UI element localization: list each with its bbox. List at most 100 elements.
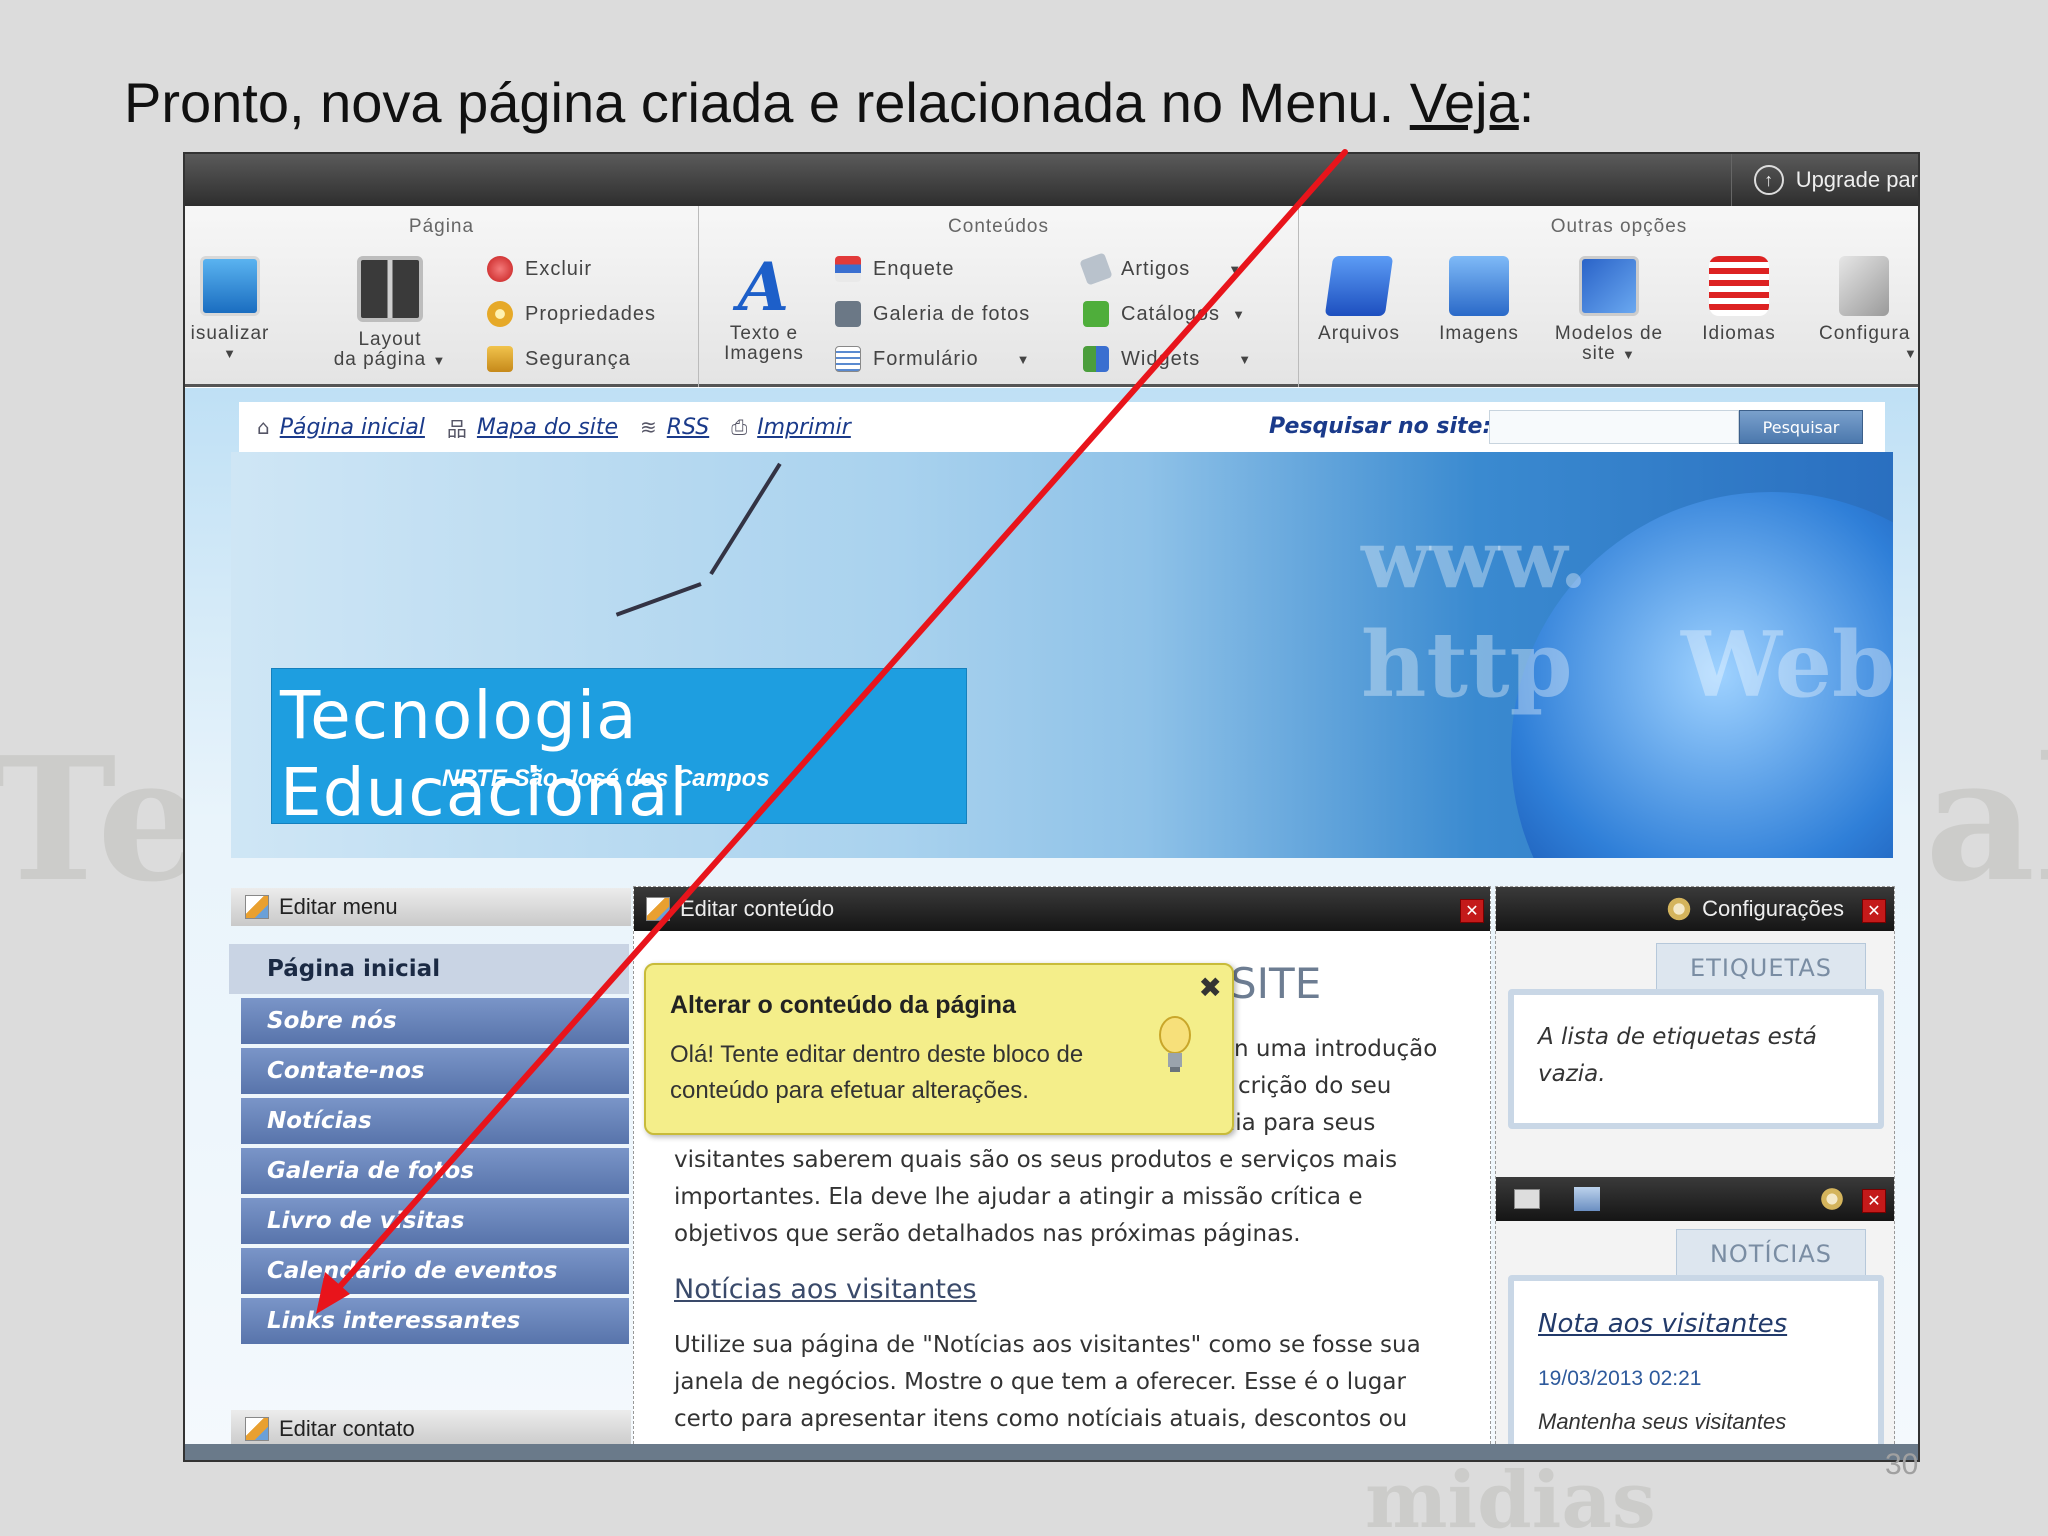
artigos-label: Artigos (1121, 257, 1191, 280)
content-heading-fragment: SITE (1230, 959, 1322, 1008)
background-watermark-right: al (1925, 720, 2048, 920)
arquivos-label: Arquivos (1318, 323, 1400, 344)
ribbon-group-title: Outras opções (1550, 216, 1688, 237)
chevron-down-icon: ▼ (223, 346, 237, 361)
site-preview: ⌂ Página inicial 品 Mapa do site ≋ RSS ⎙ Impr… (185, 388, 1918, 1460)
close-icon[interactable]: ✕ (1862, 899, 1886, 923)
content-partial-line-1: n uma introdução (1234, 1036, 1438, 1062)
edit-contact-bar[interactable]: Editar contato (231, 1410, 631, 1448)
search-button[interactable]: Pesquisar (1739, 410, 1863, 444)
edit-menu-bar[interactable]: Editar menu (231, 888, 631, 926)
enquete-label: Enquete (873, 257, 955, 280)
configuracoes-button[interactable]: Configura ▼ (1799, 256, 1918, 364)
nav-link-sitemap[interactable]: Mapa do site (477, 415, 618, 440)
layers-icon (1574, 1187, 1600, 1211)
modelos-label-2: site ▼ (1582, 343, 1636, 364)
content-block[interactable]: Editar conteúdo ✕ SITE n uma introdução … (633, 886, 1491, 1460)
texto-imagens-button[interactable]: A Texto e Imagens (709, 254, 819, 364)
site-nav-bar: ⌂ Página inicial 品 Mapa do site ≋ RSS ⎙ Impr… (239, 402, 1885, 452)
menu-item-contate-nos[interactable]: Contate-nos (241, 1048, 629, 1094)
monitor-icon (200, 256, 260, 316)
layout-icon (357, 256, 423, 322)
close-icon[interactable]: ✕ (1460, 899, 1484, 923)
upgrade-arrow-icon: ↑ (1753, 165, 1784, 195)
layout-label-1: Layout (358, 329, 422, 350)
enquete-button[interactable]: Enquete (835, 256, 955, 282)
chevron-down-icon: ▼ (1228, 261, 1243, 277)
upgrade-button[interactable]: ↑ Upgrade par (1730, 154, 1918, 206)
pencil-icon (646, 897, 670, 921)
imagens-label: Imagens (1439, 323, 1519, 344)
widgets-label: Widgets (1121, 347, 1201, 370)
tooltip-title: Alterar o conteúdo da página (670, 991, 1016, 1019)
slide-title-suffix: : (1518, 71, 1535, 134)
catalogos-button[interactable]: Catálogos ▼ (1083, 301, 1246, 327)
menu-item-links-interessantes[interactable]: Links interessantes (241, 1298, 629, 1344)
galeria-fotos-button[interactable]: Galeria de fotos (835, 301, 1030, 327)
news-paragraph-line: Utilize sua página de "Notícias aos visi… (674, 1332, 1421, 1358)
propriedades-button[interactable]: Propriedades (487, 301, 656, 327)
taskbar-strip (185, 1444, 1918, 1460)
home-icon: ⌂ (257, 415, 270, 439)
gear-icon (1819, 1186, 1844, 1212)
ribbon-group-pagina: Página isualizar ▼ Layout da página ▼ Ex… (185, 206, 699, 387)
layout-button[interactable]: Layout da página ▼ (315, 256, 465, 371)
menu-item-galeria-de-fotos[interactable]: Galeria de fotos (241, 1148, 629, 1194)
menu-item-noticias[interactable]: Notícias (241, 1098, 629, 1144)
tags-empty-text: A lista de etiquetas está vazia. (1538, 1024, 1817, 1087)
search-label: Pesquisar no site: (1269, 414, 1492, 439)
idiomas-button[interactable]: Idiomas (1679, 256, 1799, 344)
nav-link-home[interactable]: Página inicial (280, 415, 425, 440)
menu-item-livro-de-visitas[interactable]: Livro de visitas (241, 1198, 629, 1244)
ribbon-group-conteudos: Conteúdos A Texto e Imagens Enquete Gale… (699, 206, 1299, 387)
menu-item-calendario-de-eventos[interactable]: Calendário de eventos (241, 1248, 629, 1294)
close-icon[interactable]: ✕ (1862, 1189, 1886, 1213)
chevron-down-icon: ▼ (432, 353, 447, 368)
modelos-site-button[interactable]: Modelos de site ▼ (1539, 256, 1679, 365)
nav-link-print[interactable]: Imprimir (757, 415, 851, 440)
print-icon: ⎙ (731, 415, 748, 439)
wrench-icon (1839, 256, 1889, 316)
news-heading[interactable]: Notícias aos visitantes (674, 1271, 977, 1308)
edit-content-bar[interactable]: Editar conteúdo ✕ (634, 887, 1490, 931)
nav-link-rss[interactable]: RSS (667, 415, 709, 440)
visualizar-button[interactable]: isualizar ▼ (185, 256, 285, 364)
tooltip-body: Olá! Tente editar dentro deste bloco de … (670, 1041, 1084, 1104)
site-menu: Página inicial Sobre nós Contate-nos Not… (229, 944, 629, 1348)
news-item-excerpt: Mantenha seus visitantes (1538, 1409, 1787, 1434)
content-paragraph-line: objetivos que serão detalhados nas próxi… (674, 1221, 1301, 1247)
galeria-fotos-label: Galeria de fotos (873, 302, 1031, 325)
tags-box: A lista de etiquetas está vazia. (1508, 989, 1884, 1129)
chevron-down-icon: ▼ (1238, 351, 1253, 367)
imagens-button[interactable]: Imagens (1419, 256, 1539, 344)
excluir-button[interactable]: Excluir (487, 256, 592, 282)
sidebar-config-bar[interactable]: Configurações ✕ (1496, 887, 1894, 931)
content-paragraph-line: visitantes saberem quais são os seus pro… (674, 1147, 1398, 1173)
seguranca-button[interactable]: Segurança (487, 346, 631, 372)
lock-icon (487, 346, 513, 372)
catalog-icon (1083, 301, 1109, 327)
slide-title-link[interactable]: Veja (1410, 71, 1519, 134)
artigos-button[interactable]: Artigos ▼ (1079, 252, 1243, 286)
slide-page-number: 30 (1885, 1448, 1919, 1481)
sidebar-widget-bar[interactable]: ✕ (1496, 1177, 1894, 1221)
images-icon (1449, 256, 1509, 316)
search-input[interactable] (1489, 410, 1739, 444)
cms-screenshot: ↑ Upgrade par Página isualizar ▼ Layout … (183, 152, 1920, 1462)
chevron-down-icon: ▼ (1904, 346, 1918, 361)
news-item-title[interactable]: Nota aos visitantes (1538, 1309, 1787, 1339)
layout-label-2: da página ▼ (333, 349, 447, 370)
configuracoes-label: Configura (1819, 323, 1911, 344)
close-icon[interactable]: ✖ (1199, 971, 1222, 1004)
news-paragraph-line: janela de negócios. Mostre o que tem a o… (674, 1369, 1406, 1395)
widgets-button[interactable]: Widgets ▼ (1083, 346, 1252, 372)
menu-item-sobre-nos[interactable]: Sobre nós (241, 998, 629, 1044)
menu-item-pagina-inicial[interactable]: Página inicial (229, 944, 629, 994)
clock-hand (615, 582, 702, 617)
arquivos-button[interactable]: Arquivos (1299, 256, 1419, 344)
formulario-button[interactable]: Formulário ▼ (835, 346, 1030, 372)
seguranca-label: Segurança (525, 347, 631, 370)
slide-title: Pronto, nova página criada e relacionada… (124, 70, 1534, 135)
edit-menu-label: Editar menu (279, 894, 398, 919)
background-watermark-left: Te (0, 720, 206, 920)
